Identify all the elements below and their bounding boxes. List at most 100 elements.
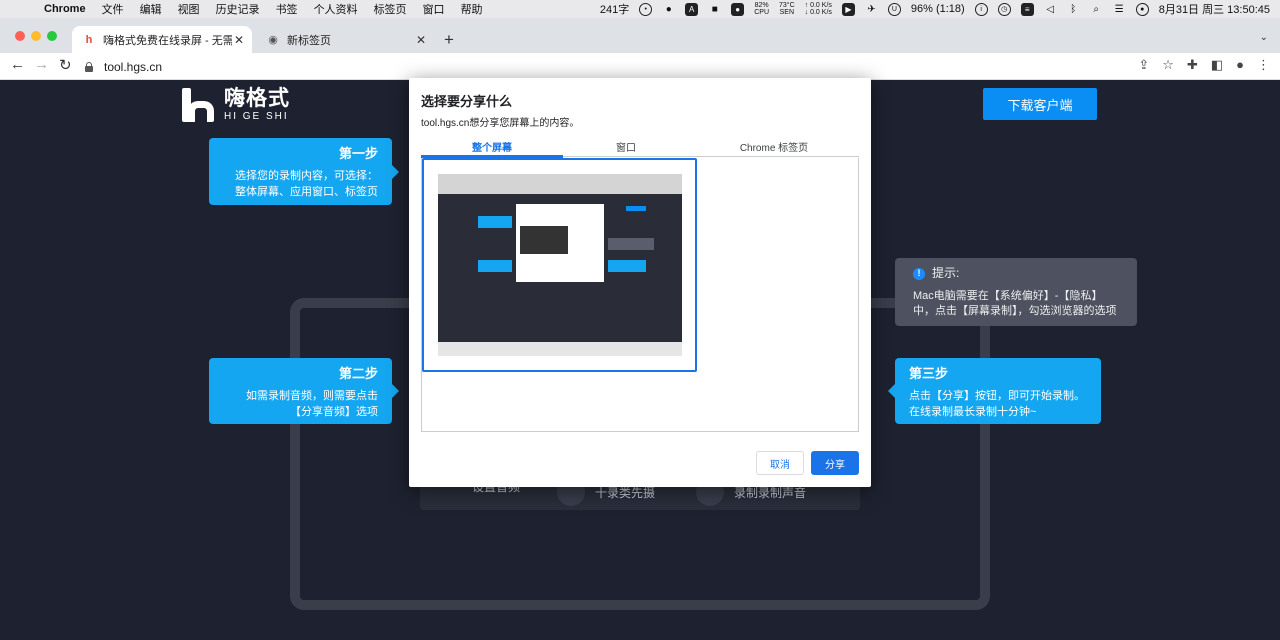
info-circle-icon[interactable]: i xyxy=(974,2,988,16)
step3-title: 第三步 xyxy=(909,366,949,381)
bluetooth-icon[interactable]: ᛒ xyxy=(1067,3,1080,16)
control-center-icon[interactable]: ☰ xyxy=(1113,3,1126,16)
menu-bookmarks[interactable]: 书签 xyxy=(276,1,298,17)
menu-help[interactable]: 帮助 xyxy=(461,1,483,17)
net-up-value: 0.0 K/s xyxy=(810,2,832,9)
step3-text-line1: 点击【分享】按钮，即可开始录制。 xyxy=(909,390,1085,402)
step3-text-line2: 在线录制最长录制十分钟~ xyxy=(909,406,1037,418)
microphone-icon[interactable]: ● xyxy=(662,3,675,16)
cpu-status[interactable]: 82% CPU xyxy=(754,2,769,16)
hint-box: ! 提示: Mac电脑需要在【系统偏好】-【隐私】 中，点击【屏幕录制】，勾选浏… xyxy=(895,258,1137,326)
record-stop-icon[interactable]: ● xyxy=(731,2,745,16)
logo-text-en: HI GE SHI xyxy=(224,111,289,122)
status-area: 241字 • ● A ■ ● 82% CPU 73°C SEN ↑ 0.0 K/s ↓… xyxy=(600,0,1270,18)
emoji-icon[interactable]: • xyxy=(639,2,653,16)
menu-view[interactable]: 视图 xyxy=(178,1,200,17)
temp-status[interactable]: 73°C SEN xyxy=(779,2,795,16)
url-text: tool.hgs.cn xyxy=(104,60,163,74)
bookmark-star-icon[interactable]: ☆ xyxy=(1162,57,1174,73)
menu-window[interactable]: 窗口 xyxy=(423,1,445,17)
profile-avatar-icon[interactable]: ● xyxy=(1236,57,1244,73)
reload-icon[interactable]: ↻ xyxy=(59,56,72,74)
menu-history[interactable]: 历史记录 xyxy=(216,1,260,17)
new-tab-plus-icon[interactable]: + xyxy=(444,30,454,50)
menu-file[interactable]: 文件 xyxy=(102,1,124,17)
globe-icon: ◉ xyxy=(268,34,278,46)
window-close-button[interactable] xyxy=(15,31,25,41)
download-client-button[interactable]: 下载客户端 xyxy=(983,88,1097,120)
info-icon: ! xyxy=(913,267,925,280)
site-logo[interactable]: 嗨格式 HI GE SHI xyxy=(182,88,290,123)
step1-text-line1: 选择您的录制内容，可选择： xyxy=(235,170,378,182)
bird-icon[interactable]: ✈ xyxy=(865,3,878,16)
side-panel-icon[interactable]: ◧ xyxy=(1211,57,1223,73)
dialog-tabs: 整个屏幕 窗口 Chrome 标签页 xyxy=(421,135,859,158)
step3-arrow xyxy=(888,384,895,398)
tab-entire-screen[interactable]: 整个屏幕 xyxy=(421,139,563,154)
window-zoom-button[interactable] xyxy=(47,31,57,41)
screen-thumbnail[interactable] xyxy=(422,158,697,372)
back-arrow-icon[interactable]: ← xyxy=(10,56,25,73)
hint-text-line2: 中，点击【屏幕录制】，勾选浏览器的选项 xyxy=(913,305,1117,317)
screen-preview-image xyxy=(438,174,682,356)
word-count-status[interactable]: 241字 xyxy=(600,1,629,17)
kebab-menu-icon[interactable]: ⋮ xyxy=(1257,57,1270,73)
tab-title: 新标签页 xyxy=(287,34,331,47)
tab-title: 嗨格式免费在线录屏 - 无需下载 xyxy=(103,34,232,47)
scripts-icon[interactable]: ≡ xyxy=(1020,2,1034,16)
user-avatar-icon[interactable]: ● xyxy=(1135,2,1149,16)
cancel-button[interactable]: 取消 xyxy=(756,451,804,475)
chrome-tab-strip: h 嗨格式免费在线录屏 - 无需下载 ✕ ◉ 新标签页 ✕ + ⌄ xyxy=(0,18,1280,53)
step1-arrow xyxy=(392,165,399,179)
close-icon[interactable]: ✕ xyxy=(414,33,428,47)
volume-icon[interactable]: ◁ xyxy=(1044,3,1057,16)
lock-icon[interactable] xyxy=(84,62,94,72)
step2-text-line1: 如需录制音频，则需要点击 xyxy=(246,390,378,402)
camera-icon[interactable]: ■ xyxy=(708,3,721,16)
forward-arrow-icon[interactable]: → xyxy=(34,56,49,73)
temp-label: SEN xyxy=(779,9,795,16)
step2-tooltip: 第二步 如需录制音频，则需要点击 【分享音频】选项 xyxy=(209,358,399,424)
search-icon[interactable]: ⌕ xyxy=(1090,3,1103,16)
hgs-logo-icon: h xyxy=(85,33,93,46)
share-page-icon[interactable]: ⇪ xyxy=(1138,57,1149,73)
extensions-puzzle-icon[interactable]: ✚ xyxy=(1187,57,1198,73)
hint-text-line1: Mac电脑需要在【系统偏好】-【隐私】 xyxy=(913,290,1103,302)
network-status[interactable]: ↑ 0.0 K/s ↓ 0.0 K/s xyxy=(805,2,832,16)
clock-icon[interactable]: ◷ xyxy=(997,2,1011,16)
close-icon[interactable]: ✕ xyxy=(232,33,246,47)
step2-title: 第二步 xyxy=(338,366,378,381)
hgs-logo-icon xyxy=(182,88,216,122)
step1-title: 第一步 xyxy=(338,146,378,161)
datetime-status[interactable]: 8月31日 周三 13:50:45 xyxy=(1159,1,1270,17)
cpu-value: 82% xyxy=(754,2,769,9)
tab-search-chevron-icon[interactable]: ⌄ xyxy=(1260,32,1268,43)
tab-hgs[interactable]: h 嗨格式免费在线录屏 - 无需下载 ✕ xyxy=(72,26,252,53)
dialog-subtitle: tool.hgs.cn想分享您屏幕上的内容。 xyxy=(421,118,580,129)
battery-status[interactable]: 96% (1:18) xyxy=(911,3,965,15)
text-input-icon[interactable]: A xyxy=(685,2,699,16)
vpn-icon[interactable]: U xyxy=(887,2,901,16)
source-list-panel xyxy=(421,158,859,432)
menu-profiles[interactable]: 个人资料 xyxy=(314,1,358,17)
dialog-title: 选择要分享什么 xyxy=(421,94,513,109)
tab-chrome-tab[interactable]: Chrome 标签页 xyxy=(689,139,859,154)
hint-title: 提示: xyxy=(932,266,960,280)
tab-window[interactable]: 窗口 xyxy=(563,139,689,154)
temp-value: 73°C xyxy=(779,2,795,9)
cpu-label: CPU xyxy=(754,9,769,16)
step1-tooltip: 第一步 选择您的录制内容，可选择： 整体屏幕、应用窗口、标签页 xyxy=(209,138,399,205)
step2-text-line2: 【分享音频】选项 xyxy=(290,406,378,418)
window-minimize-button[interactable] xyxy=(31,31,41,41)
share-button[interactable]: 分享 xyxy=(811,451,859,475)
menu-edit[interactable]: 编辑 xyxy=(140,1,162,17)
menu-tab[interactable]: 标签页 xyxy=(374,1,407,17)
step1-text-line2: 整体屏幕、应用窗口、标签页 xyxy=(235,186,378,198)
chrome-toolbar: ← → ↻ tool.hgs.cn ⇪ ☆ ✚ ◧ ● ⋮ xyxy=(0,53,1280,80)
address-bar[interactable]: tool.hgs.cn xyxy=(84,57,162,77)
step2-arrow xyxy=(392,384,399,398)
play-icon[interactable]: ▶ xyxy=(841,2,855,16)
screen-share-dialog: 选择要分享什么 tool.hgs.cn想分享您屏幕上的内容。 整个屏幕 窗口 C… xyxy=(409,78,871,487)
menu-app-chrome[interactable]: Chrome xyxy=(44,3,86,15)
tab-new-tab[interactable]: ◉ 新标签页 ✕ xyxy=(256,26,434,53)
